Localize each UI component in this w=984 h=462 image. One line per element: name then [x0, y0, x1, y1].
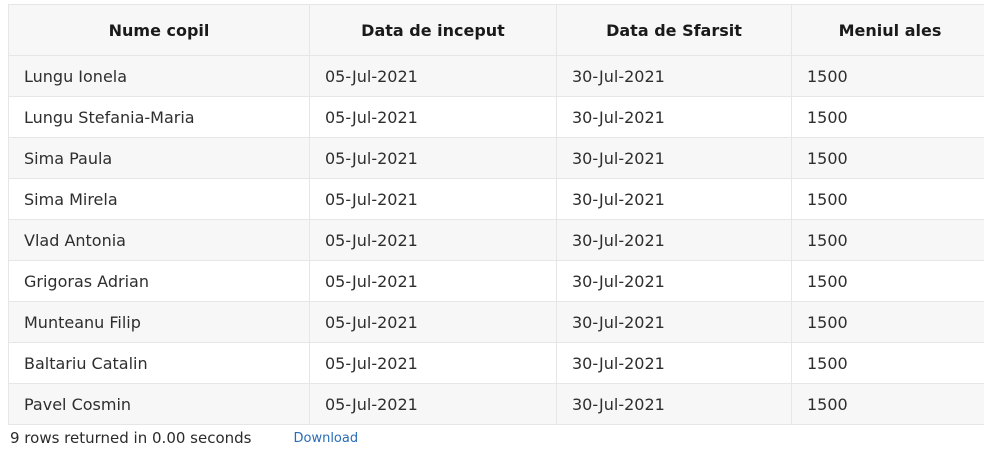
cell-data-de-sfarsit: 30-Jul-2021	[556, 383, 792, 425]
cell-data-de-inceput: 05-Jul-2021	[309, 96, 557, 138]
cell-data-de-inceput: 05-Jul-2021	[309, 219, 557, 261]
cell-data-de-sfarsit: 30-Jul-2021	[556, 137, 792, 179]
cell-nume-copil: Pavel Cosmin	[8, 383, 310, 425]
table-row: Sima Mirela 05-Jul-2021 30-Jul-2021 1500	[8, 178, 984, 220]
results-table: Nume copil Data de inceput Data de Sfars…	[8, 4, 984, 425]
cell-data-de-sfarsit: 30-Jul-2021	[556, 178, 792, 220]
cell-data-de-sfarsit: 30-Jul-2021	[556, 301, 792, 343]
cell-data-de-inceput: 05-Jul-2021	[309, 342, 557, 384]
table-row: Sima Paula 05-Jul-2021 30-Jul-2021 1500	[8, 137, 984, 179]
cell-meniul-ales: 1500	[791, 96, 984, 138]
cell-nume-copil: Baltariu Catalin	[8, 342, 310, 384]
table-row: Munteanu Filip 05-Jul-2021 30-Jul-2021 1…	[8, 301, 984, 343]
cell-data-de-inceput: 05-Jul-2021	[309, 383, 557, 425]
cell-data-de-sfarsit: 30-Jul-2021	[556, 342, 792, 384]
cell-nume-copil: Grigoras Adrian	[8, 260, 310, 302]
download-link[interactable]: Download	[293, 431, 358, 446]
cell-data-de-inceput: 05-Jul-2021	[309, 301, 557, 343]
cell-nume-copil: Sima Paula	[8, 137, 310, 179]
table-row: Vlad Antonia 05-Jul-2021 30-Jul-2021 150…	[8, 219, 984, 261]
table-row: Lungu Stefania-Maria 05-Jul-2021 30-Jul-…	[8, 96, 984, 138]
table-row: Baltariu Catalin 05-Jul-2021 30-Jul-2021…	[8, 342, 984, 384]
cell-data-de-sfarsit: 30-Jul-2021	[556, 260, 792, 302]
cell-data-de-sfarsit: 30-Jul-2021	[556, 219, 792, 261]
cell-data-de-inceput: 05-Jul-2021	[309, 55, 557, 97]
cell-meniul-ales: 1500	[791, 342, 984, 384]
cell-nume-copil: Lungu Stefania-Maria	[8, 96, 310, 138]
column-header-data-de-sfarsit[interactable]: Data de Sfarsit	[556, 4, 792, 56]
cell-meniul-ales: 1500	[791, 55, 984, 97]
cell-nume-copil: Lungu Ionela	[8, 55, 310, 97]
cell-meniul-ales: 1500	[791, 260, 984, 302]
table-row: Lungu Ionela 05-Jul-2021 30-Jul-2021 150…	[8, 55, 984, 97]
rows-returned-summary: 9 rows returned in 0.00 seconds	[10, 429, 252, 447]
cell-data-de-inceput: 05-Jul-2021	[309, 178, 557, 220]
cell-data-de-sfarsit: 30-Jul-2021	[556, 96, 792, 138]
report-footer: 9 rows returned in 0.00 seconds Download	[10, 428, 358, 448]
cell-meniul-ales: 1500	[791, 301, 984, 343]
column-header-nume-copil[interactable]: Nume copil	[8, 4, 310, 56]
cell-meniul-ales: 1500	[791, 137, 984, 179]
column-header-data-de-inceput[interactable]: Data de inceput	[309, 4, 557, 56]
column-header-meniul-ales[interactable]: Meniul ales	[791, 4, 984, 56]
table-row: Pavel Cosmin 05-Jul-2021 30-Jul-2021 150…	[8, 383, 984, 425]
cell-meniul-ales: 1500	[791, 178, 984, 220]
cell-nume-copil: Munteanu Filip	[8, 301, 310, 343]
report-region: Nume copil Data de inceput Data de Sfars…	[8, 4, 984, 425]
cell-meniul-ales: 1500	[791, 219, 984, 261]
header-row: Nume copil Data de inceput Data de Sfars…	[8, 4, 984, 56]
cell-data-de-inceput: 05-Jul-2021	[309, 137, 557, 179]
cell-data-de-sfarsit: 30-Jul-2021	[556, 55, 792, 97]
cell-nume-copil: Vlad Antonia	[8, 219, 310, 261]
cell-data-de-inceput: 05-Jul-2021	[309, 260, 557, 302]
cell-nume-copil: Sima Mirela	[8, 178, 310, 220]
table-row: Grigoras Adrian 05-Jul-2021 30-Jul-2021 …	[8, 260, 984, 302]
cell-meniul-ales: 1500	[791, 383, 984, 425]
